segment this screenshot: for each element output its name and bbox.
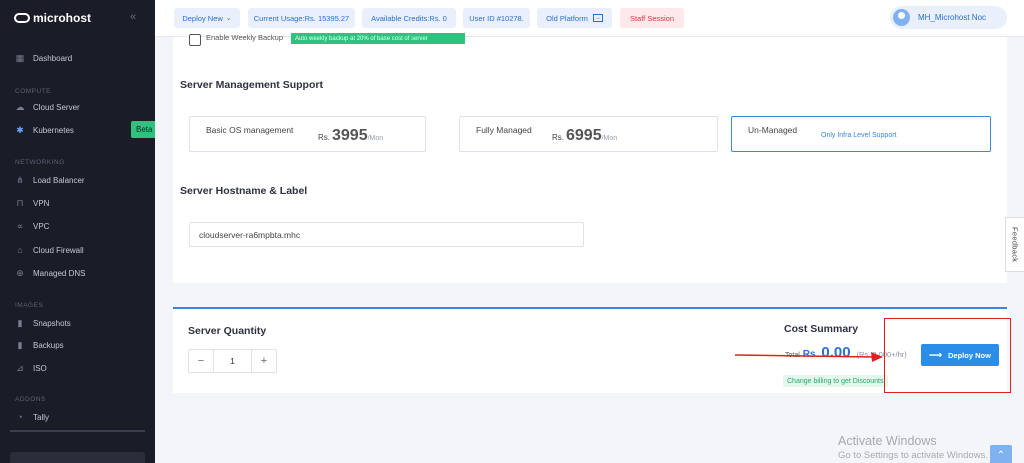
load-balancer-icon: ⋔: [16, 174, 24, 185]
firewall-icon: ⌂: [17, 245, 23, 255]
sidebar-item-label: VPN: [33, 198, 50, 208]
weekly-backup-badge: Auto weekly backup at 20% of base cost o…: [291, 33, 465, 44]
deploy-new-dropdown[interactable]: Deploy New ⌄: [174, 8, 240, 28]
option-fully-managed[interactable]: Fully Managed Rs. 6995 /Mon: [459, 116, 718, 152]
sidebar-item-label: Tally: [33, 412, 50, 422]
annotation-highlight-box: [884, 318, 1011, 393]
sidebar-item-label: Backups: [33, 340, 64, 350]
globe-icon: ⊕: [16, 267, 24, 278]
lock-icon: ⊓: [16, 197, 24, 208]
sidebar: microhost « ▦ Dashboard COMPUTE ☁ Cloud …: [0, 0, 155, 463]
backup-icon: ▮: [17, 339, 23, 350]
price-currency: Rs.: [318, 133, 330, 142]
sidebar-section-networking: NETWORKING: [15, 159, 65, 166]
sidebar-item-vpn[interactable]: ⊓ VPN: [15, 195, 155, 211]
collapse-sidebar-icon[interactable]: «: [130, 11, 136, 23]
sidebar-item-label: Snapshots: [33, 318, 71, 328]
cost-summary-title: Cost Summary: [784, 323, 859, 335]
activation-watermark-subtitle: Go to Settings to activate Windows.: [838, 450, 988, 461]
option-note: Only Infra Level Support: [821, 132, 897, 139]
chevron-up-icon: ⌃: [996, 449, 1006, 461]
sidebar-item-snapshots[interactable]: ▮ Snapshots: [15, 315, 155, 331]
feedback-tab[interactable]: Feedback: [1005, 217, 1024, 272]
staff-session-badge: Staff Session: [620, 8, 684, 28]
price-unit: /Mon: [601, 135, 618, 142]
sidebar-item-label: ISO: [33, 363, 47, 373]
increment-button[interactable]: +: [252, 350, 276, 372]
old-platform-link[interactable]: Old Platform →: [537, 8, 612, 28]
user-menu[interactable]: MH_Microhost Noc: [890, 6, 1007, 29]
price-value: 3995: [332, 127, 368, 144]
summary-card: Server Quantity − 1 + Cost Summary Total…: [173, 307, 1007, 393]
sidebar-divider: [10, 430, 145, 432]
decrement-button[interactable]: −: [189, 350, 213, 372]
chevron-down-icon: ⌄: [225, 15, 232, 22]
sidebar-item-iso[interactable]: ⊿ ISO: [15, 360, 155, 376]
top-bar: Deploy New ⌄ Current Usage:Rs. 15395.27 …: [155, 0, 1024, 37]
sidebar-item-managed-dns[interactable]: ⊕ Managed DNS: [15, 265, 155, 281]
weekly-backup-label: Enable Weekly Backup: [206, 33, 283, 42]
price-value: 6995: [566, 127, 602, 144]
option-name: Fully Managed: [476, 125, 532, 135]
cloud-icon: ☁: [15, 101, 25, 112]
option-price: Rs. 3995 /Mon: [318, 127, 383, 145]
sidebar-item-label: Cloud Firewall: [33, 245, 84, 255]
sidebar-item-label: Managed DNS: [33, 268, 86, 278]
kubernetes-icon: ✱: [16, 124, 24, 135]
scroll-to-top-button[interactable]: ⌃: [990, 445, 1012, 463]
beta-badge: Beta: [131, 121, 155, 138]
sidebar-item-tally[interactable]: ◔ Tally: [15, 409, 155, 425]
sidebar-item-vpc[interactable]: ∝ VPC: [15, 218, 155, 234]
sidebar-item-label: Cloud Server: [33, 102, 80, 112]
sidebar-item-label: Kubernetes: [33, 125, 74, 135]
brand-logo[interactable]: microhost: [14, 8, 91, 28]
clock-icon: ◔: [17, 412, 23, 422]
share-icon: ∝: [16, 220, 24, 231]
option-price: Rs. 6995 /Mon: [552, 127, 617, 145]
sidebar-section-compute: COMPUTE: [15, 88, 51, 95]
sidebar-item-label: Dashboard: [33, 53, 73, 63]
available-credits-pill[interactable]: Available Credits:Rs. 0: [362, 8, 456, 28]
avatar: [893, 9, 910, 26]
server-config-card: Enable Weekly Backup Auto weekly backup …: [173, 33, 1007, 283]
price-unit: /Mon: [367, 135, 384, 142]
option-un-managed[interactable]: Un-Managed Only Infra Level Support: [731, 116, 991, 152]
deploy-new-label: Deploy New: [182, 13, 223, 23]
option-name: Un-Managed: [748, 125, 798, 135]
server-quantity-title: Server Quantity: [188, 325, 267, 337]
sidebar-item-dashboard[interactable]: ▦ Dashboard: [15, 50, 155, 66]
annotation-arrow: [734, 352, 883, 362]
sidebar-section-addons: ADDONS: [15, 396, 46, 403]
activation-watermark-title: Activate Windows: [838, 434, 937, 448]
weekly-backup-checkbox[interactable]: [189, 34, 201, 46]
current-usage-pill[interactable]: Current Usage:Rs. 15395.27: [248, 8, 355, 28]
billing-discount-link[interactable]: Change billing to get Discounts: [783, 375, 888, 387]
sidebar-item-label: Load Balancer: [33, 175, 85, 185]
sidebar-item-label: VPC: [33, 221, 50, 231]
sidebar-item-load-balancer[interactable]: ⋔ Load Balancer: [15, 172, 155, 188]
user-id-pill: User ID #10278.: [463, 8, 530, 28]
brand-name: microhost: [33, 11, 92, 25]
option-basic-os-management[interactable]: Basic OS management Rs. 3995 /Mon: [189, 116, 426, 152]
quantity-stepper: − 1 +: [188, 349, 277, 373]
sidebar-item-cloud-firewall[interactable]: ⌂ Cloud Firewall: [15, 242, 155, 258]
option-name: Basic OS management: [206, 125, 294, 135]
iso-icon: ⊿: [16, 362, 24, 373]
sidebar-item-cloud-server[interactable]: ☁ Cloud Server: [15, 99, 155, 115]
snapshot-icon: ▮: [17, 317, 23, 328]
dashboard-icon: ▦: [15, 52, 25, 63]
hostname-input[interactable]: cloudserver-ra6mpbta.mhc: [189, 222, 584, 247]
price-currency: Rs.: [552, 133, 564, 142]
sidebar-section-images: IMAGES: [15, 302, 44, 309]
exit-icon: →: [592, 14, 603, 22]
user-name: MH_Microhost Noc: [918, 13, 987, 22]
sidebar-footer-button[interactable]: [10, 452, 145, 463]
old-platform-label: Old Platform: [546, 13, 588, 23]
hostname-title: Server Hostname & Label: [180, 185, 308, 197]
quantity-value[interactable]: 1: [213, 350, 252, 372]
feedback-label: Feedback: [1010, 226, 1020, 263]
sidebar-item-backups[interactable]: ▮ Backups: [15, 337, 155, 353]
logo-icon: [14, 13, 30, 23]
server-management-title: Server Management Support: [180, 79, 323, 91]
